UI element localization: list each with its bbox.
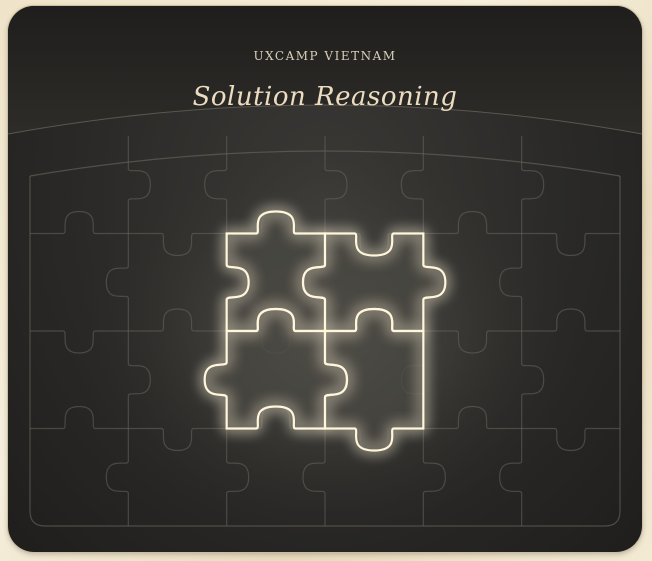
slide-title: Solution Reasoning [192, 82, 458, 112]
event-name: UXCAMP VIETNAM [253, 49, 397, 63]
slide-header: UXCAMP VIETNAM Solution Reasoning [8, 6, 642, 156]
slide-card: UXCAMP VIETNAM Solution Reasoning [8, 6, 642, 552]
